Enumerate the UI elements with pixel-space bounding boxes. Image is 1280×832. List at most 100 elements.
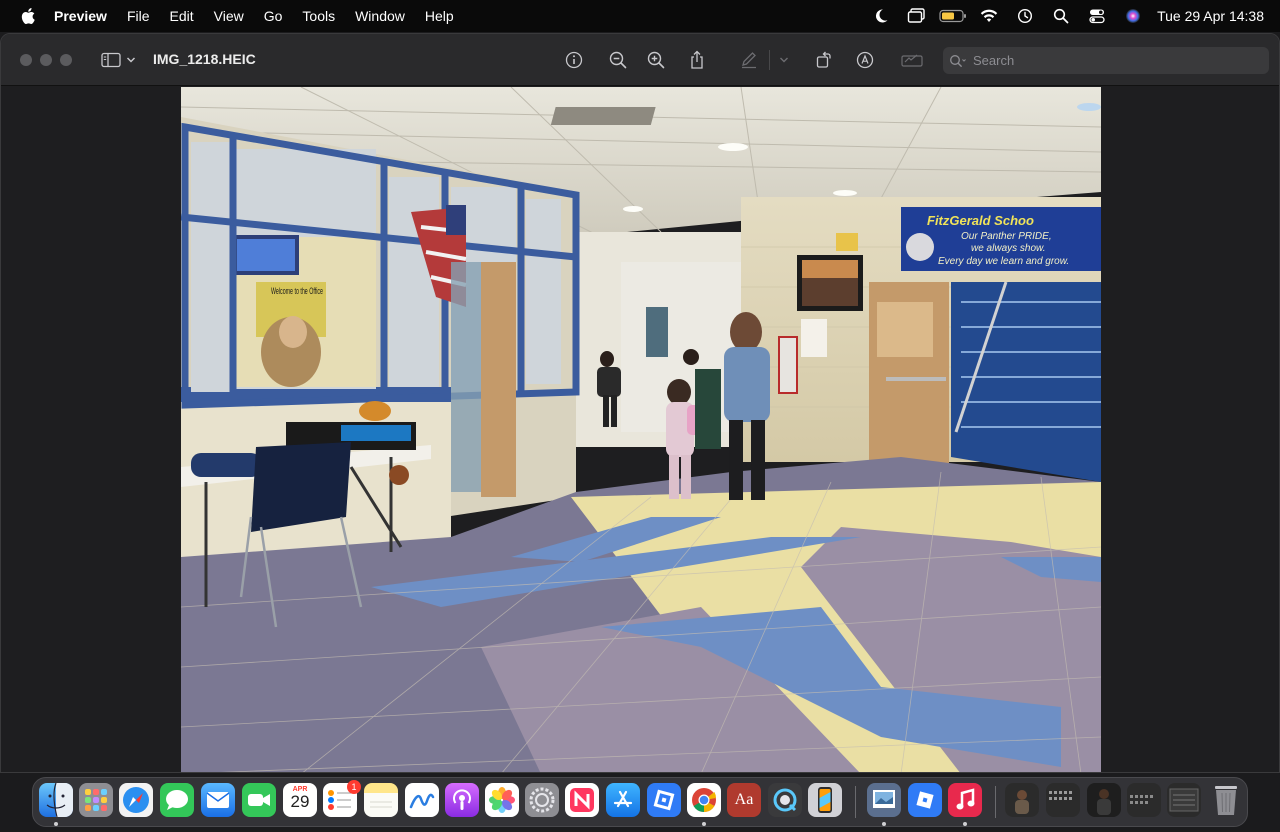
banner-line-2: Our Panther PRIDE, xyxy=(961,231,1052,242)
menu-bar-clock[interactable]: Tue 29 Apr 14:38 xyxy=(1157,8,1264,24)
rotate-button[interactable] xyxy=(811,48,837,72)
zoom-in-button[interactable] xyxy=(643,48,669,72)
signature-button[interactable] xyxy=(899,48,925,72)
status-area: Tue 29 Apr 14:38 xyxy=(863,0,1264,32)
dock-finder[interactable] xyxy=(39,783,73,817)
dock-system-settings[interactable] xyxy=(525,783,559,817)
photo-canvas: FitzGerald Schoo Our Panther PRIDE, we a… xyxy=(181,87,1101,772)
gear-icon xyxy=(529,787,555,813)
dock: APR 29 1 Aa xyxy=(32,777,1248,827)
notes-icon xyxy=(370,801,392,808)
menu-window[interactable]: Window xyxy=(355,8,405,24)
mail-envelope-icon xyxy=(206,792,230,808)
battery-icon[interactable] xyxy=(935,0,971,32)
highlight-annotate-button[interactable] xyxy=(852,48,878,72)
inspector-button[interactable] xyxy=(561,48,587,72)
spotlight-search-icon[interactable] xyxy=(1043,0,1079,32)
window-toolbar: IMG_1218.HEIC xyxy=(1,34,1279,86)
dock-recent-thumbnail-5[interactable] xyxy=(1167,783,1201,817)
running-indicator xyxy=(882,822,886,826)
time-machine-icon[interactable] xyxy=(1007,0,1043,32)
roblox-icon xyxy=(653,789,675,811)
dock-dictionary[interactable]: Aa xyxy=(727,783,761,817)
dock-recent-thumbnail-3[interactable] xyxy=(1087,783,1121,817)
menu-edit[interactable]: Edit xyxy=(170,8,194,24)
signature-icon xyxy=(901,54,923,67)
dock-roblox[interactable] xyxy=(647,783,681,817)
menu-go[interactable]: Go xyxy=(264,8,283,24)
freeform-squiggle-icon xyxy=(409,793,435,809)
dock-news[interactable] xyxy=(565,783,599,817)
app-store-icon xyxy=(613,790,633,808)
view-menu-chevron[interactable] xyxy=(123,48,139,72)
document-title: IMG_1218.HEIC xyxy=(153,51,256,67)
dock-reminders[interactable]: 1 xyxy=(323,780,361,817)
roblox-icon xyxy=(916,791,934,809)
image-thumbnail-icon xyxy=(1049,791,1072,800)
dock-facetime[interactable] xyxy=(242,783,276,817)
dock-freeform[interactable] xyxy=(405,783,439,817)
image-thumbnail-icon xyxy=(1097,789,1111,815)
music-note-icon xyxy=(956,788,975,810)
dock-messages[interactable] xyxy=(160,783,194,817)
dock-podcasts[interactable] xyxy=(445,783,479,817)
annotate-circle-icon xyxy=(856,51,874,69)
finder-icon xyxy=(46,783,73,817)
dock-launchpad[interactable] xyxy=(79,783,113,817)
apple-icon[interactable] xyxy=(20,7,36,25)
messages-bubble-icon xyxy=(166,790,188,810)
image-thumbnail-icon xyxy=(1169,788,1199,812)
launchpad-icon xyxy=(85,789,107,811)
podcasts-icon xyxy=(453,789,471,810)
dock-calendar[interactable]: APR 29 xyxy=(283,783,317,817)
share-button[interactable] xyxy=(684,48,710,72)
chevron-down-icon xyxy=(126,57,136,63)
search-input[interactable] xyxy=(973,53,1263,68)
dock-photos[interactable] xyxy=(485,783,519,817)
dock-quicktime[interactable] xyxy=(768,783,802,817)
menu-file[interactable]: File xyxy=(127,8,150,24)
zoom-out-icon xyxy=(609,51,627,69)
search-field[interactable] xyxy=(943,47,1269,74)
wifi-icon[interactable] xyxy=(971,0,1007,32)
search-icon xyxy=(950,54,966,67)
dock-safari[interactable] xyxy=(119,783,153,817)
dock-music[interactable] xyxy=(948,783,982,817)
markup-button[interactable] xyxy=(736,48,762,72)
dock-notes[interactable] xyxy=(364,783,398,817)
minimize-window-button[interactable] xyxy=(40,54,52,66)
markup-menu-chevron[interactable] xyxy=(772,48,796,72)
close-window-button[interactable] xyxy=(20,54,32,66)
siri-icon[interactable] xyxy=(1115,0,1151,32)
dock-iphone-mirroring[interactable] xyxy=(808,783,842,817)
zoom-out-button[interactable] xyxy=(605,48,631,72)
control-center-icon[interactable] xyxy=(1079,0,1115,32)
zoom-in-icon xyxy=(647,51,665,69)
school-hallway-photo: FitzGerald Schoo Our Panther PRIDE, we a… xyxy=(181,87,1101,772)
image-thumbnail-icon xyxy=(1130,795,1153,804)
dock-recent-thumbnail-2[interactable] xyxy=(1046,783,1080,817)
reminders-badge: 1 xyxy=(347,780,361,794)
menu-app-name[interactable]: Preview xyxy=(54,8,107,24)
dock-separator xyxy=(855,786,856,818)
dock-app-store[interactable] xyxy=(606,783,640,817)
screen-mirroring-icon[interactable] xyxy=(899,0,935,32)
dock-trash[interactable] xyxy=(1209,783,1243,817)
menu-view[interactable]: View xyxy=(214,8,244,24)
dock-preview[interactable] xyxy=(867,783,901,817)
banner-line-4: Every day we learn and grow. xyxy=(938,256,1069,267)
menu-tools[interactable]: Tools xyxy=(302,8,335,24)
dock-recent-thumbnail-1[interactable] xyxy=(1005,783,1039,817)
running-indicator xyxy=(963,822,967,826)
dock-mail[interactable] xyxy=(201,783,235,817)
dock-recent-thumbnail-4[interactable] xyxy=(1127,783,1161,817)
zoom-window-button[interactable] xyxy=(60,54,72,66)
dock-roblox-studio[interactable] xyxy=(908,783,942,817)
menu-help[interactable]: Help xyxy=(425,8,454,24)
running-indicator xyxy=(54,822,58,826)
dock-separator xyxy=(995,786,996,818)
sidebar-toggle-button[interactable] xyxy=(99,48,125,72)
dock-chrome[interactable] xyxy=(687,783,721,817)
info-icon xyxy=(565,51,583,69)
moon-icon[interactable] xyxy=(863,0,899,32)
